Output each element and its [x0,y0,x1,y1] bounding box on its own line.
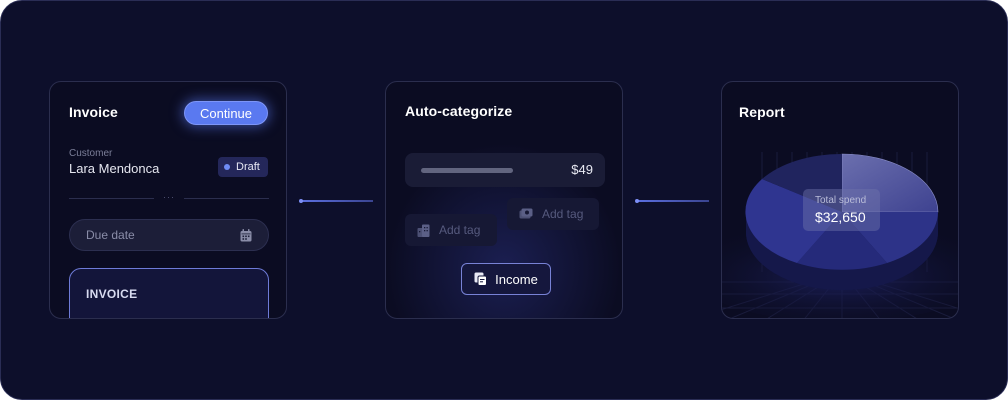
report-title: Report [739,104,785,120]
customer-name: Lara Mendonca [69,161,160,176]
connector-dot-icon [635,199,639,203]
status-dot-icon [224,164,230,170]
income-label: Income [495,271,538,287]
add-tag-label: Add tag [542,207,584,221]
total-spend-value: $32,650 [815,209,866,225]
divider-dots: ··· [154,192,184,202]
autocategorize-title: Auto-categorize [405,103,513,119]
autocategorize-card: Auto-categorize $49 Add tag Add tag Inco… [385,81,623,319]
invoice-title: Invoice [69,104,118,120]
workflow-canvas: Invoice Continue Customer Lara Mendonca … [0,0,1008,400]
money-icon [519,208,533,219]
building-icon [417,224,430,237]
total-spend-label: Total spend [815,195,867,206]
calendar-icon[interactable] [240,229,252,242]
income-category-button[interactable]: Income [461,263,551,295]
transaction-placeholder-bar [421,168,513,173]
due-date-field[interactable]: Due date [69,219,269,251]
receipt-icon [474,272,488,286]
customer-label: Customer [69,148,113,159]
report-card: Report Total spend $32,650 [721,81,959,319]
connector-dot-icon [299,199,303,203]
continue-button[interactable]: Continue [184,101,268,125]
invoice-preview-panel[interactable]: INVOICE [69,268,269,318]
status-label: Draft [236,161,260,173]
add-tag-button[interactable]: Add tag [405,214,497,246]
flow-connector [635,199,709,203]
invoice-card: Invoice Continue Customer Lara Mendonca … [49,81,287,319]
total-spend-tooltip: Total spend $32,650 [803,189,880,231]
transaction-row[interactable]: $49 [405,153,605,187]
flow-connector [299,199,373,203]
due-date-placeholder: Due date [86,228,135,242]
transaction-amount: $49 [571,162,593,177]
invoice-panel-label: INVOICE [86,287,138,301]
add-tag-button[interactable]: Add tag [507,198,599,230]
status-badge: Draft [218,157,268,177]
add-tag-label: Add tag [439,223,481,237]
